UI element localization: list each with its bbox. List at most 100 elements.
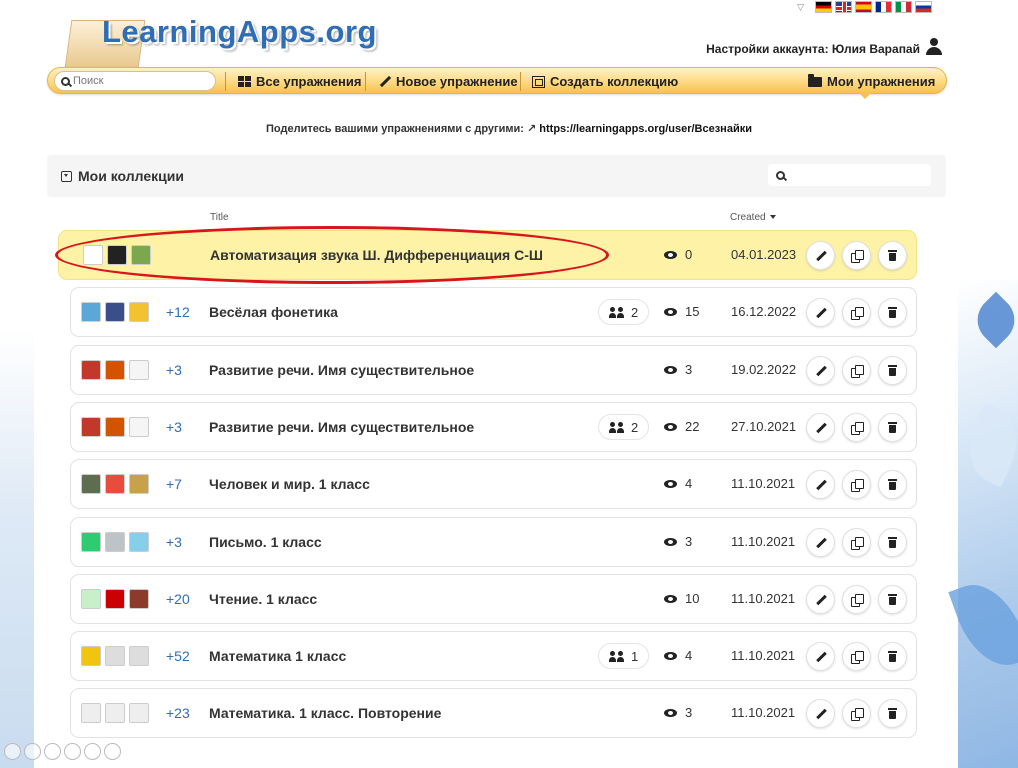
nav-my-exercises[interactable]: Мои упражнения bbox=[808, 68, 935, 95]
account-settings-link[interactable]: Настройки аккаунта: Юлия Варапай bbox=[706, 42, 920, 56]
more-apps-count: +3 bbox=[166, 419, 182, 435]
collection-thumbnails bbox=[81, 474, 149, 494]
app-thumbnail bbox=[81, 360, 101, 380]
nav-all-exercises[interactable]: Все упражнения bbox=[238, 68, 361, 95]
delete-button[interactable] bbox=[878, 241, 907, 270]
edit-button[interactable] bbox=[806, 699, 835, 728]
collection-row[interactable]: +23 Математика. 1 класс. Повторение 3 11.10… bbox=[70, 688, 917, 738]
collection-title[interactable]: Весёлая фонетика bbox=[209, 304, 338, 320]
copy-button[interactable] bbox=[842, 356, 871, 385]
prev-slide-icon[interactable] bbox=[4, 743, 21, 760]
logo[interactable]: LearningApps.org bbox=[64, 2, 376, 72]
nav-my-exercises-label: Мои упражнения bbox=[827, 74, 936, 89]
edit-button[interactable] bbox=[806, 241, 835, 270]
edit-button[interactable] bbox=[806, 356, 835, 385]
nav-all-exercises-label: Все упражнения bbox=[256, 74, 362, 89]
collection-row[interactable]: +3 Развитие речи. Имя существительное 3 19.… bbox=[70, 345, 917, 395]
pen-icon[interactable] bbox=[44, 743, 61, 760]
column-header-title[interactable]: Title bbox=[210, 212, 229, 223]
delete-button[interactable] bbox=[878, 528, 907, 557]
collection-row[interactable]: +7 Человек и мир. 1 класс 4 11.10.2021 bbox=[70, 459, 917, 509]
views-value: 4 bbox=[685, 476, 693, 491]
collections-title[interactable]: Мои коллекции bbox=[61, 168, 184, 184]
copy-button[interactable] bbox=[842, 642, 871, 671]
nav-divider bbox=[520, 72, 521, 91]
views-count: 0 bbox=[664, 247, 692, 262]
copy-button[interactable] bbox=[842, 528, 871, 557]
collection-title[interactable]: Математика. 1 класс. Повторение bbox=[209, 705, 441, 721]
delete-button[interactable] bbox=[878, 298, 907, 327]
shared-users-badge[interactable]: 2 bbox=[598, 299, 650, 325]
app-thumbnail bbox=[105, 532, 125, 552]
pencil-icon bbox=[816, 709, 826, 719]
collection-row[interactable]: +52 Математика 1 класс 1 4 11.10.2021 bbox=[70, 631, 917, 681]
collections-header: Мои коллекции bbox=[47, 155, 946, 197]
share-link[interactable]: https://learningapps.org/user/Всезнайки bbox=[539, 123, 752, 135]
delete-button[interactable] bbox=[878, 470, 907, 499]
shared-users-badge[interactable]: 2 bbox=[598, 414, 650, 440]
zoom-icon[interactable] bbox=[84, 743, 101, 760]
eye-icon bbox=[664, 307, 677, 316]
caret-down-icon[interactable]: ▽ bbox=[797, 2, 804, 13]
edit-button[interactable] bbox=[806, 470, 835, 499]
collection-row[interactable]: +3 Письмо. 1 класс 3 11.10.2021 bbox=[70, 517, 917, 567]
collection-title[interactable]: Человек и мир. 1 класс bbox=[209, 476, 370, 492]
grid-icon bbox=[238, 76, 251, 87]
user-icon[interactable] bbox=[926, 38, 942, 56]
flag-es-icon[interactable] bbox=[855, 1, 872, 13]
eye-icon bbox=[664, 651, 677, 660]
flag-ru-icon[interactable] bbox=[915, 1, 932, 13]
collection-title[interactable]: Письмо. 1 класс bbox=[209, 534, 322, 550]
flag-it-icon[interactable] bbox=[895, 1, 912, 13]
copy-button[interactable] bbox=[842, 699, 871, 728]
next-slide-icon[interactable] bbox=[24, 743, 41, 760]
users-icon bbox=[609, 421, 625, 433]
collection-title[interactable]: Развитие речи. Имя существительное bbox=[209, 362, 474, 378]
copy-button[interactable] bbox=[842, 413, 871, 442]
edit-button[interactable] bbox=[806, 528, 835, 557]
app-thumbnail bbox=[81, 417, 101, 437]
collections-search-input[interactable] bbox=[791, 169, 921, 181]
search-input[interactable] bbox=[73, 75, 203, 87]
created-date: 11.10.2021 bbox=[731, 534, 796, 549]
collection-title[interactable]: Чтение. 1 класс bbox=[209, 591, 317, 607]
slides-icon[interactable] bbox=[64, 743, 81, 760]
edit-button[interactable] bbox=[806, 585, 835, 614]
collection-row[interactable]: Автоматизация звука Ш. Дифференциация С-… bbox=[58, 230, 917, 280]
collapse-icon bbox=[61, 170, 72, 182]
search-icon bbox=[61, 76, 70, 86]
edit-button[interactable] bbox=[806, 642, 835, 671]
nav-new-exercise[interactable]: Новое упражнение bbox=[379, 68, 518, 95]
copy-button[interactable] bbox=[842, 298, 871, 327]
shared-users-count: 2 bbox=[631, 419, 639, 435]
delete-button[interactable] bbox=[878, 642, 907, 671]
edit-button[interactable] bbox=[806, 413, 835, 442]
copy-button[interactable] bbox=[842, 585, 871, 614]
flag-fr-icon[interactable] bbox=[875, 1, 892, 13]
shared-users-badge[interactable]: 1 bbox=[598, 643, 650, 669]
more-options-icon[interactable] bbox=[104, 743, 121, 760]
copy-button[interactable] bbox=[842, 241, 871, 270]
collection-row[interactable]: +20 Чтение. 1 класс 10 11.10.2021 bbox=[70, 574, 917, 624]
app-thumbnail bbox=[81, 474, 101, 494]
collection-title[interactable]: Математика 1 класс bbox=[209, 648, 346, 664]
collection-row[interactable]: +12 Весёлая фонетика 2 15 16.12.2022 bbox=[70, 287, 917, 337]
delete-button[interactable] bbox=[878, 585, 907, 614]
flag-gb-icon[interactable] bbox=[835, 1, 852, 13]
column-header-created[interactable]: Created bbox=[730, 212, 776, 223]
views-count: 4 bbox=[664, 476, 692, 491]
pencil-icon bbox=[816, 480, 826, 490]
edit-button[interactable] bbox=[806, 298, 835, 327]
delete-button[interactable] bbox=[878, 413, 907, 442]
trash-icon bbox=[888, 250, 897, 261]
flag-de-icon[interactable] bbox=[815, 1, 832, 13]
created-date: 27.10.2021 bbox=[731, 419, 797, 434]
copy-button[interactable] bbox=[842, 470, 871, 499]
delete-button[interactable] bbox=[878, 699, 907, 728]
delete-button[interactable] bbox=[878, 356, 907, 385]
collection-row[interactable]: +3 Развитие речи. Имя существительное 2 22 2… bbox=[70, 402, 917, 452]
collection-title[interactable]: Развитие речи. Имя существительное bbox=[209, 419, 474, 435]
pencil-icon bbox=[816, 595, 826, 605]
collection-title[interactable]: Автоматизация звука Ш. Дифференциация С-… bbox=[210, 247, 543, 263]
nav-create-collection[interactable]: Создать коллекцию bbox=[532, 68, 678, 95]
